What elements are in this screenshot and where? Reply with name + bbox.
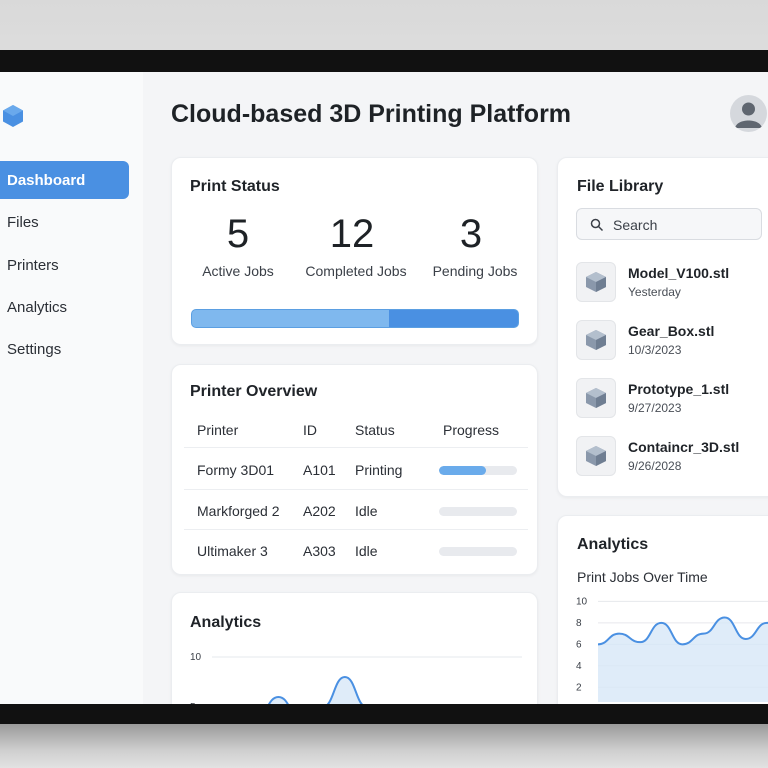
printer-overview-title: Printer Overview xyxy=(190,383,318,400)
col-header-printer: Printer xyxy=(197,422,239,438)
y-tick-label: 2 xyxy=(576,682,582,693)
printer-progress-bar xyxy=(439,466,517,475)
sidebar-item-files[interactable]: Files xyxy=(0,203,129,241)
analytics-side-subtitle: Print Jobs Over Time xyxy=(577,569,708,585)
file-name: Prototype_1.stl xyxy=(628,381,730,397)
sidebar-item-printers[interactable]: Printers xyxy=(0,246,129,284)
area-chart-svg: 510 xyxy=(190,652,522,704)
table-divider xyxy=(184,489,528,490)
cube-icon xyxy=(576,320,616,360)
file-date: Yesterday xyxy=(628,285,681,299)
table-divider xyxy=(184,447,528,448)
area-chart-svg: 2 4 6 8 10 xyxy=(576,596,768,702)
series-area xyxy=(598,617,768,702)
printer-status: Idle xyxy=(355,503,378,519)
printer-id: A101 xyxy=(303,462,336,478)
table-divider xyxy=(184,529,528,530)
analytics-side-title: Analytics xyxy=(577,536,649,553)
analytics-side-chart: 2 4 6 8 10 xyxy=(558,592,768,702)
printer-id: A303 xyxy=(303,543,336,559)
y-tick-label: 10 xyxy=(190,652,202,663)
analytics-main-title: Analytics xyxy=(190,614,262,631)
logo-hexagon-icon xyxy=(2,104,24,128)
app-screen: Dashboard Files Printers Analytics Setti… xyxy=(0,72,768,704)
sidebar-item-analytics[interactable]: Analytics xyxy=(0,288,129,326)
file-name: Model_V100.stl xyxy=(628,265,730,281)
y-tick-label: 10 xyxy=(576,596,588,607)
file-date: 9/26/2028 xyxy=(628,459,682,473)
file-library-title: File Library xyxy=(577,178,664,195)
cube-icon xyxy=(576,262,616,302)
device-bezel-bottom xyxy=(0,704,768,724)
active-jobs-label: Active Jobs xyxy=(202,263,274,279)
analytics-card-main: Analytics 510 xyxy=(171,592,538,704)
page-title: Cloud-based 3D Printing Platform xyxy=(171,100,572,128)
col-header-status: Status xyxy=(355,422,395,438)
sidebar-item-dashboard[interactable]: Dashboard xyxy=(0,161,129,199)
jobs-progress-bar xyxy=(191,309,519,328)
file-name: Containcr_3D.stl xyxy=(628,439,740,455)
analytics-main-chart: 510 xyxy=(172,643,539,704)
search-placeholder: Search xyxy=(613,217,658,233)
search-input[interactable]: Search xyxy=(576,208,762,240)
user-icon xyxy=(735,102,762,128)
file-name: Gear_Box.stl xyxy=(628,323,715,339)
y-tick-label: 6 xyxy=(576,639,582,650)
y-tick-label: 4 xyxy=(576,661,582,672)
pending-jobs-count: 3 xyxy=(459,212,483,256)
file-date: 9/27/2023 xyxy=(628,401,682,415)
completed-jobs-label: Completed Jobs xyxy=(305,263,407,279)
printer-overview-card: Printer Overview Printer ID Status Progr… xyxy=(171,364,538,575)
printer-progress-bar xyxy=(439,547,517,556)
series-area xyxy=(269,677,362,704)
col-header-progress: Progress xyxy=(443,422,500,438)
avatar[interactable] xyxy=(730,95,767,132)
y-tick-label: 8 xyxy=(576,618,582,629)
print-status-card: Print Status 5 Active Jobs 12 Completed … xyxy=(171,157,538,345)
file-item[interactable]: Model_V100.stl Yesterday xyxy=(576,262,766,304)
file-item[interactable]: Gear_Box.stl 10/3/2023 xyxy=(576,320,766,362)
series-line xyxy=(267,675,364,704)
desk-shadow xyxy=(0,724,768,768)
printer-name: Ultimaker 3 xyxy=(197,543,268,559)
printer-status: Idle xyxy=(355,543,378,559)
printer-progress-bar xyxy=(439,507,517,516)
jobs-progress-segment xyxy=(388,310,518,327)
analytics-card-side: Analytics Print Jobs Over Time 2 4 6 8 10 xyxy=(557,515,768,704)
col-header-id: ID xyxy=(303,422,317,438)
sidebar: Dashboard Files Printers Analytics Setti… xyxy=(0,72,143,704)
completed-jobs-count: 12 xyxy=(329,212,375,256)
file-date: 10/3/2023 xyxy=(628,343,682,357)
pending-jobs-label: Pending Jobs xyxy=(432,263,518,279)
cube-icon xyxy=(576,436,616,476)
printer-progress-fill xyxy=(439,466,486,475)
search-icon xyxy=(590,218,604,232)
printer-name: Formy 3D01 xyxy=(197,462,275,478)
print-status-title: Print Status xyxy=(190,178,280,195)
file-library-card: File Library Search Model_V100.stl Yeste… xyxy=(557,157,768,497)
printer-id: A202 xyxy=(303,503,336,519)
printer-status: Printing xyxy=(355,462,403,478)
printer-name: Markforged 2 xyxy=(197,503,280,519)
file-item[interactable]: Containcr_3D.stl 9/26/2028 xyxy=(576,436,766,478)
active-jobs-count: 5 xyxy=(226,212,250,256)
file-item[interactable]: Prototype_1.stl 9/27/2023 xyxy=(576,378,766,420)
cube-icon xyxy=(576,378,616,418)
device-bezel-top xyxy=(0,50,768,72)
sidebar-item-settings[interactable]: Settings xyxy=(0,330,129,368)
